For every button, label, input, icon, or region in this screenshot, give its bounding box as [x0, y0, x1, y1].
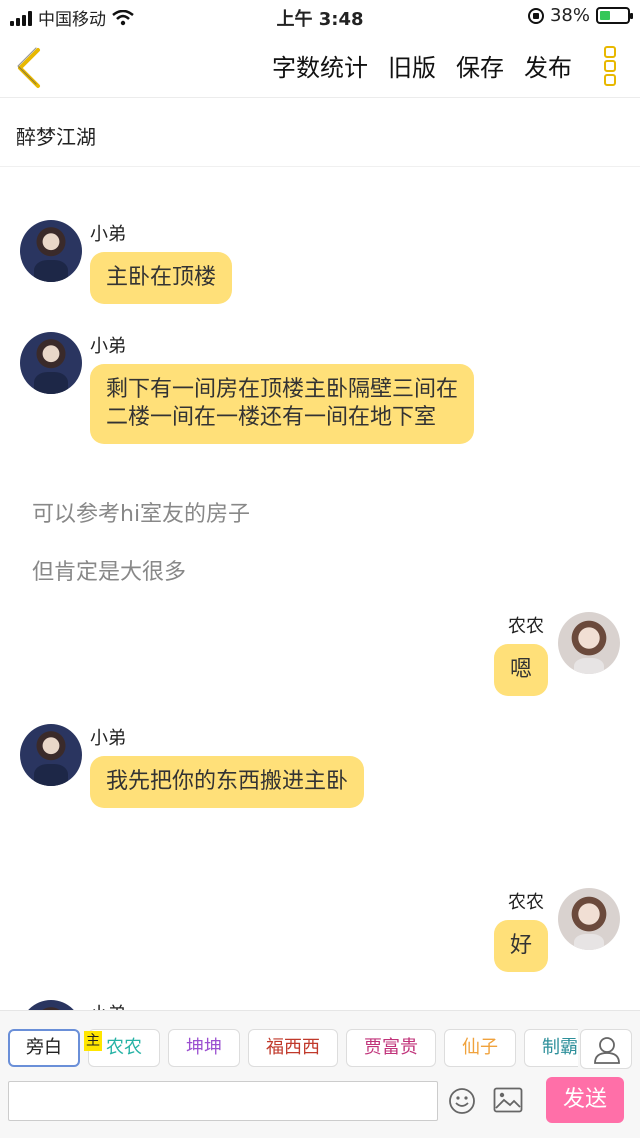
- role-chip[interactable]: 坤坤: [168, 1029, 240, 1067]
- role-chip[interactable]: 福西西: [248, 1029, 338, 1067]
- chat-area[interactable]: 小弟 主卧在顶楼 小弟 剩下有一间房在顶楼主卧隔壁三间在二楼一间在一楼还有一间在…: [0, 168, 640, 1010]
- image-button[interactable]: [493, 1087, 523, 1113]
- narration-text[interactable]: 可以参考hi室友的房子: [32, 496, 250, 528]
- save-button[interactable]: 保存: [456, 48, 504, 83]
- more-dot-icon: [604, 60, 616, 72]
- role-chip[interactable]: 旁白: [8, 1029, 80, 1067]
- chat-bubble[interactable]: 我先把你的东西搬进主卧: [90, 756, 365, 808]
- word-count-button[interactable]: 字数统计: [272, 48, 368, 83]
- role-manage-button[interactable]: [580, 1029, 632, 1069]
- status-right: 38%: [527, 5, 633, 26]
- avatar[interactable]: [20, 1000, 82, 1010]
- narration-text[interactable]: 但肯定是大很多: [32, 554, 186, 586]
- speaker-name: 农农: [508, 892, 544, 913]
- send-button[interactable]: 发送: [546, 1077, 624, 1123]
- protagonist-badge: 主: [84, 1031, 102, 1051]
- chat-bubble[interactable]: 嗯: [494, 644, 549, 696]
- role-chip[interactable]: 仙子: [444, 1029, 516, 1067]
- speaker-name: 小弟: [90, 224, 126, 245]
- publish-button[interactable]: 发布: [524, 48, 572, 83]
- image-icon: [493, 1087, 523, 1113]
- nav-bar: 字数统计 旧版 保存 发布: [0, 34, 640, 98]
- emoji-button[interactable]: [448, 1087, 476, 1115]
- speaker-name: 小弟: [90, 336, 126, 357]
- rotation-lock-icon: [527, 7, 544, 24]
- old-version-button[interactable]: 旧版: [388, 48, 436, 83]
- avatar[interactable]: [20, 332, 82, 394]
- chevron-left-icon: [17, 47, 40, 88]
- status-bar: 中国移动 上午 3:48 38%: [0, 0, 640, 34]
- battery-icon: [596, 7, 633, 24]
- avatar[interactable]: [558, 612, 620, 674]
- battery-level: [600, 11, 610, 20]
- composer-bar: 旁白 农农 坤坤 福西西 贾富贵 仙子 制霸 主 发送: [0, 1010, 640, 1138]
- story-title-bar[interactable]: 醉梦江湖: [0, 99, 640, 167]
- chat-bubble[interactable]: 好: [494, 920, 549, 972]
- role-chip[interactable]: 制霸: [524, 1029, 578, 1067]
- avatar[interactable]: [558, 888, 620, 950]
- speaker-name: 农农: [508, 616, 544, 637]
- speaker-name: 小弟: [90, 728, 126, 749]
- story-title: 醉梦江湖: [16, 125, 96, 149]
- chat-bubble[interactable]: 主卧在顶楼: [90, 252, 233, 304]
- emoji-icon: [449, 1088, 475, 1114]
- more-dot-icon: [604, 46, 616, 58]
- speaker-name: 小弟: [90, 1000, 126, 1010]
- back-button[interactable]: [10, 42, 50, 90]
- avatar[interactable]: [20, 724, 82, 786]
- role-chip[interactable]: 贾富贵: [346, 1029, 436, 1067]
- chat-bubble[interactable]: 剩下有一间房在顶楼主卧隔壁三间在二楼一间在一楼还有一间在地下室: [90, 364, 474, 444]
- user-icon: [594, 1037, 620, 1064]
- avatar[interactable]: [20, 220, 82, 282]
- nav-actions: 字数统计 旧版 保存 发布: [272, 48, 572, 83]
- more-menu-button[interactable]: [600, 44, 620, 88]
- more-dot-icon: [604, 74, 616, 86]
- message-input[interactable]: [8, 1081, 438, 1121]
- battery-percent: 38%: [549, 5, 590, 26]
